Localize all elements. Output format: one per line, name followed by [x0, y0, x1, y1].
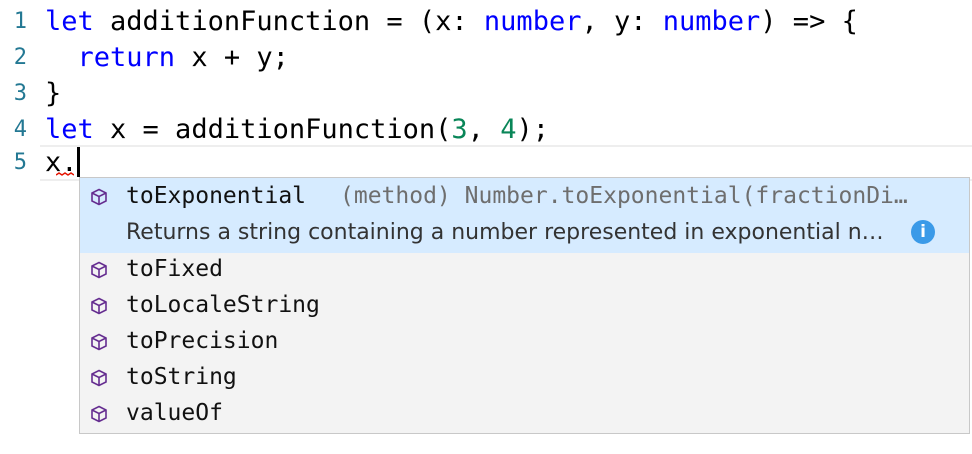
suggest-item[interactable]: valueOf [80, 395, 969, 431]
suggest-item-detail: (method) Number.toExponential(fractionDi… [340, 183, 908, 209]
code-token: ) => { [760, 6, 858, 37]
info-icon[interactable]: i [911, 220, 935, 244]
suggest-item[interactable]: toFixed [80, 251, 969, 287]
code-line-4[interactable]: 4 let x = additionFunction(3, 4); [0, 112, 972, 148]
code-line-2[interactable]: 2 return x + y; [0, 40, 972, 76]
line-number: 2 [13, 45, 27, 70]
suggest-item[interactable]: toString [80, 359, 969, 395]
keyword-token: let [45, 114, 94, 145]
code-token: x = additionFunction( [93, 114, 452, 145]
suggest-item-label: toExponential [126, 183, 307, 209]
keyword-token: return [77, 42, 176, 73]
code-token: } [45, 78, 62, 109]
code-text[interactable]: let additionFunction = (x: number, y: nu… [45, 4, 858, 40]
method-cube-icon [90, 333, 108, 351]
code-text[interactable]: return x + y; [45, 40, 289, 76]
suggest-widget[interactable]: toExponential (method) Number.toExponent… [79, 177, 970, 434]
suggest-item-label: valueOf [126, 400, 223, 426]
method-cube-icon [90, 261, 108, 279]
suggest-item-label: toFixed [126, 256, 223, 282]
method-cube-icon [90, 188, 108, 206]
code-token: , [467, 114, 501, 145]
code-line-3[interactable]: 3 } [0, 76, 972, 112]
line-number: 3 [13, 81, 27, 106]
suggest-item-selected[interactable]: toExponential (method) Number.toExponent… [80, 178, 969, 253]
keyword-token: let [45, 6, 94, 37]
code-text[interactable]: let x = additionFunction(3, 4); [45, 112, 549, 148]
keyword-token: number [662, 6, 761, 37]
line-number: 1 [13, 9, 27, 34]
code-line-1[interactable]: 1 let additionFunction = (x: number, y: … [0, 4, 972, 40]
method-cube-icon [90, 405, 108, 423]
suggest-item-label: toString [126, 364, 237, 390]
error-squiggle [56, 172, 74, 176]
code-token: ); [516, 114, 549, 145]
suggest-item-label: toLocaleString [126, 292, 320, 318]
suggest-item[interactable]: toPrecision [80, 323, 969, 359]
suggest-item-label: toPrecision [126, 328, 279, 354]
method-cube-icon [90, 297, 108, 315]
suggest-item-documentation: Returns a string containing a number rep… [126, 220, 884, 245]
code-token: additionFunction = (x: [93, 6, 484, 37]
text-cursor [77, 147, 80, 177]
number-token: 3 [451, 114, 468, 145]
code-text[interactable]: } [45, 76, 61, 112]
code-token: , y: [581, 6, 663, 37]
method-cube-icon [90, 369, 108, 387]
code-token: x + y; [175, 42, 289, 73]
code-line-5[interactable]: 5 x. [0, 145, 972, 181]
suggest-item[interactable]: toLocaleString [80, 287, 969, 323]
line-number: 5 [13, 150, 27, 175]
line-number: 4 [13, 117, 27, 142]
keyword-token: number [483, 6, 582, 37]
number-token: 4 [500, 114, 517, 145]
